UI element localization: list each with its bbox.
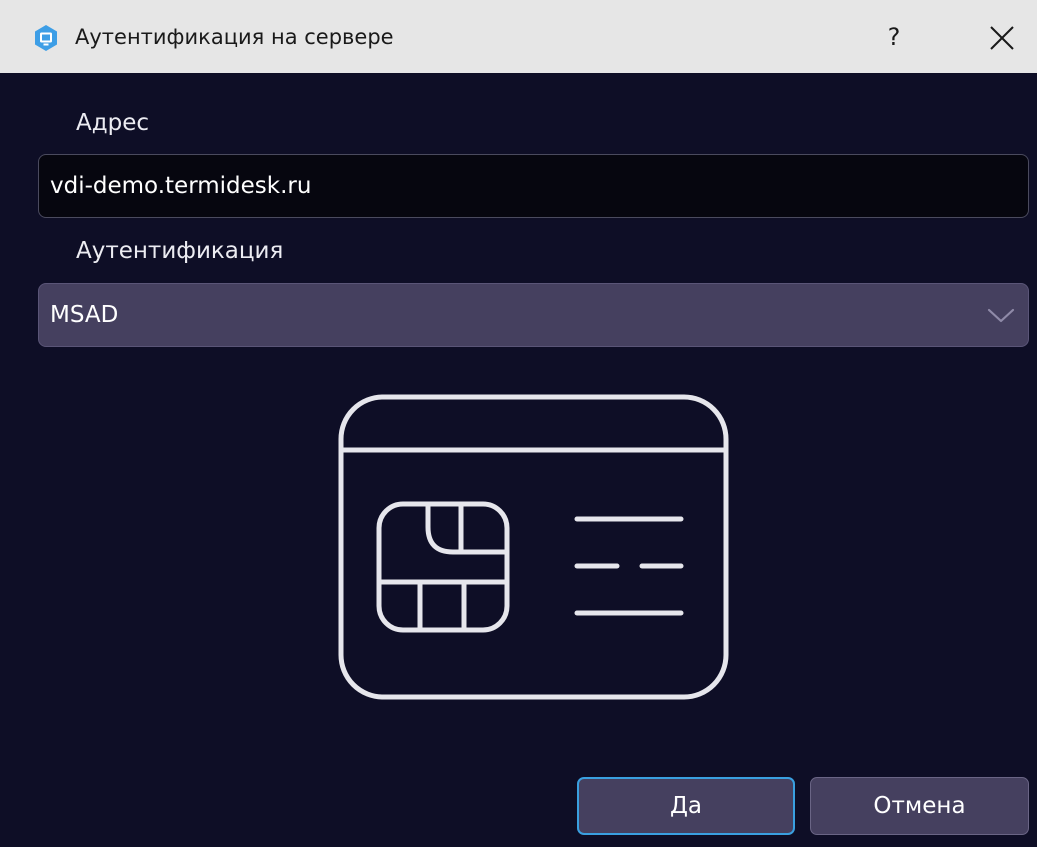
- close-button[interactable]: [976, 16, 1024, 60]
- close-icon: [990, 26, 1014, 50]
- smart-card-icon: [338, 394, 729, 700]
- ok-button[interactable]: Да: [577, 777, 795, 835]
- auth-label: Аутентификация: [76, 238, 284, 264]
- window-title: Аутентификация на сервере: [75, 25, 394, 49]
- title-bar: Аутентификация на сервере ?: [0, 0, 1037, 73]
- help-button[interactable]: ?: [872, 14, 916, 60]
- auth-method-select[interactable]: MSAD: [38, 283, 1029, 347]
- auth-method-value: MSAD: [50, 302, 119, 328]
- address-label: Адрес: [76, 110, 150, 136]
- termidesk-logo-icon: [35, 25, 57, 51]
- chevron-down-icon: [987, 308, 1015, 323]
- auth-dialog: Аутентификация на сервере ? Адрес Аутент…: [0, 0, 1037, 847]
- cancel-button[interactable]: Отмена: [810, 777, 1029, 835]
- address-input[interactable]: [38, 154, 1029, 218]
